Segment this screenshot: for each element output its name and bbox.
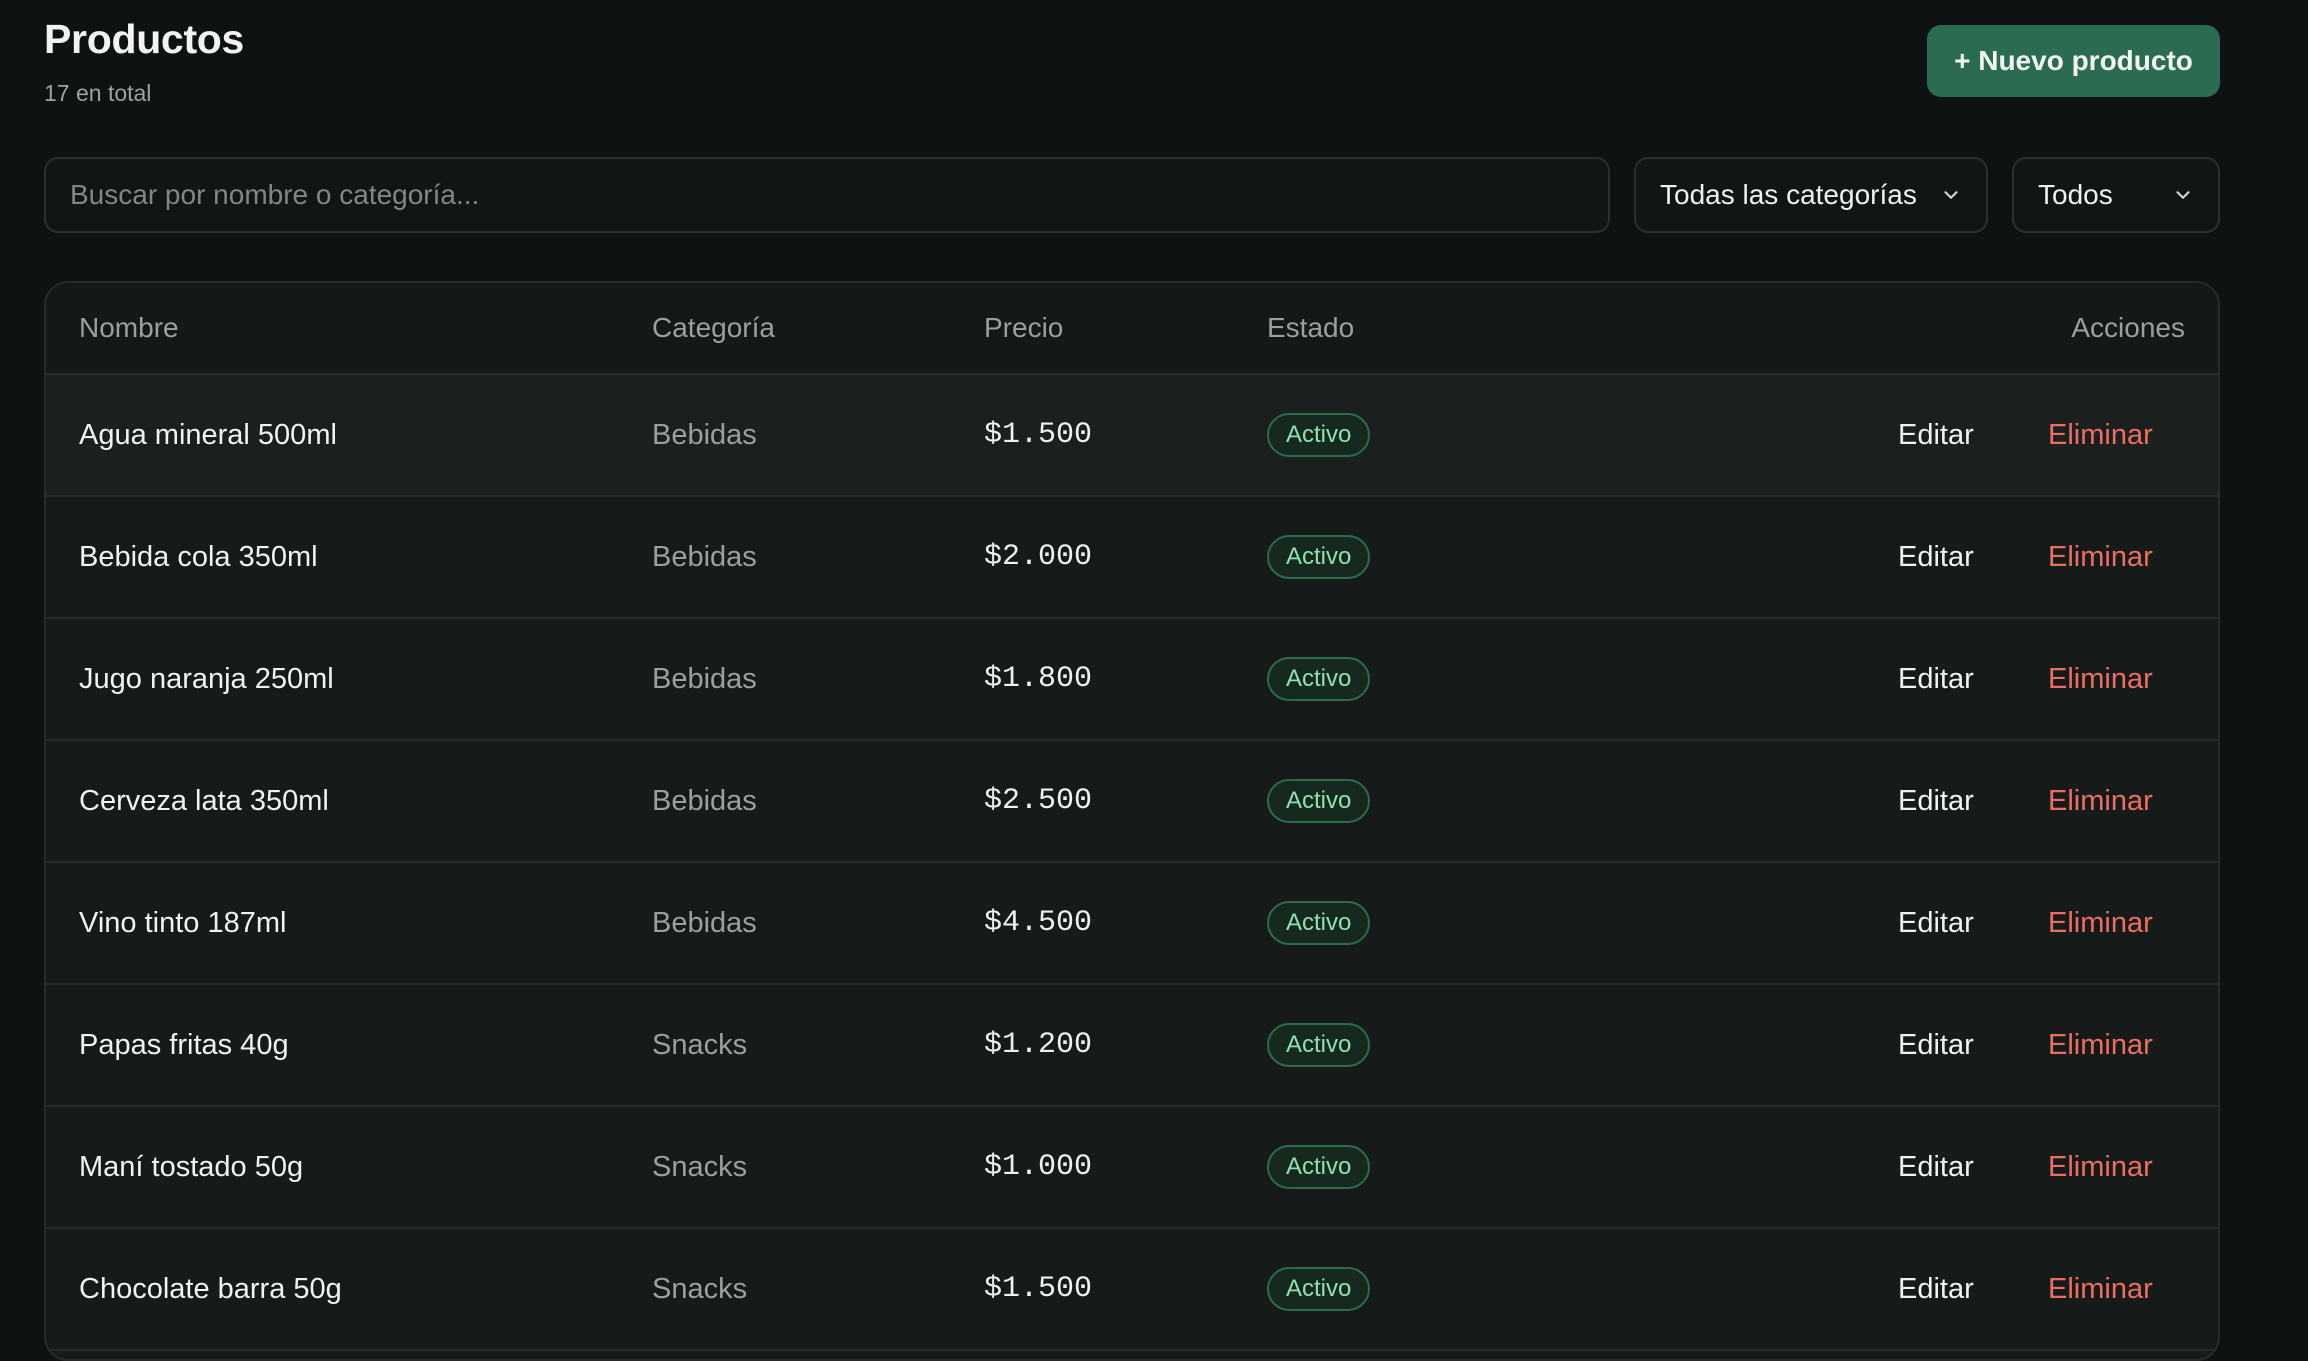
- chevron-down-icon: [1944, 191, 1958, 199]
- edit-button[interactable]: Editar: [1898, 497, 1974, 617]
- product-price: $2.000: [984, 540, 1093, 574]
- edit-button[interactable]: Editar: [1898, 1229, 1974, 1349]
- status-select-value: Todos: [2038, 179, 2113, 210]
- delete-button[interactable]: Eliminar: [2048, 375, 2153, 495]
- column-header-actions: Acciones: [2071, 312, 2185, 343]
- status-badge: Activo: [1267, 1145, 1371, 1189]
- category-select-value: Todas las categorías: [1660, 179, 1917, 210]
- product-price: $1.500: [984, 418, 1093, 452]
- status-badge: Activo: [1267, 1267, 1371, 1311]
- products-page: Productos 17 en total + Nuevo producto T…: [44, 0, 2220, 1361]
- page-header: Productos 17 en total + Nuevo producto: [44, 0, 2220, 140]
- product-name: Maní tostado 50g: [79, 1150, 304, 1183]
- product-category: Snacks: [652, 1028, 748, 1061]
- delete-button[interactable]: Eliminar: [2048, 1107, 2153, 1227]
- delete-button[interactable]: Eliminar: [2048, 863, 2153, 983]
- table-row: Vino tinto 187ml Bebidas $4.500 Activo E…: [46, 863, 2218, 985]
- table-row: Bebida cola 350ml Bebidas $2.000 Activo …: [46, 497, 2218, 619]
- product-name: Chocolate barra 50g: [79, 1272, 342, 1305]
- status-cell: Activo: [1267, 1107, 1371, 1227]
- product-name: Papas fritas 40g: [79, 1028, 289, 1061]
- filter-bar: Todas las categorías Todos: [44, 157, 2220, 233]
- edit-button[interactable]: Editar: [1898, 619, 1974, 739]
- edit-button[interactable]: Editar: [1898, 375, 1974, 495]
- product-name: Cerveza lata 350ml: [79, 784, 329, 817]
- table-row: Cerveza lata 350ml Bebidas $2.500 Activo…: [46, 741, 2218, 863]
- product-price: $2.500: [984, 784, 1093, 818]
- product-category: Bebidas: [652, 662, 757, 695]
- product-price: $1.200: [984, 1028, 1093, 1062]
- product-name: Jugo naranja 250ml: [79, 662, 334, 695]
- status-badge: Activo: [1267, 901, 1371, 945]
- status-cell: Activo: [1267, 1229, 1371, 1349]
- status-badge: Activo: [1267, 413, 1371, 457]
- products-table: Nombre Categoría Precio Estado Acciones …: [44, 281, 2220, 1361]
- product-category: Bebidas: [652, 906, 757, 939]
- edit-button[interactable]: Editar: [1898, 1107, 1974, 1227]
- column-header-status: Estado: [1267, 312, 1355, 343]
- delete-button[interactable]: Eliminar: [2048, 619, 2153, 739]
- status-cell: Activo: [1267, 497, 1371, 617]
- edit-button[interactable]: Editar: [1898, 985, 1974, 1105]
- status-cell: Activo: [1267, 375, 1371, 495]
- column-header-name: Nombre: [79, 312, 179, 343]
- product-price: $4.500: [984, 906, 1093, 940]
- table-header: Nombre Categoría Precio Estado Acciones: [46, 283, 2218, 375]
- product-count: 17 en total: [44, 80, 152, 106]
- table-row: Papas fritas 40g Snacks $1.200 Activo Ed…: [46, 985, 2218, 1107]
- search-input[interactable]: [44, 157, 1610, 233]
- category-select[interactable]: Todas las categorías: [1634, 157, 1988, 233]
- product-name: Bebida cola 350ml: [79, 540, 318, 573]
- product-category: Snacks: [652, 1272, 748, 1305]
- table-row: Chocolate barra 50g Snacks $1.500 Activo…: [46, 1229, 2218, 1351]
- status-cell: Activo: [1267, 863, 1371, 983]
- status-badge: Activo: [1267, 657, 1371, 701]
- product-category: Bebidas: [652, 418, 757, 451]
- status-cell: Activo: [1267, 741, 1371, 861]
- column-header-category: Categoría: [652, 312, 775, 343]
- status-cell: Activo: [1267, 619, 1371, 739]
- status-select[interactable]: Todos: [2012, 157, 2220, 233]
- edit-button[interactable]: Editar: [1898, 863, 1974, 983]
- product-price: $1.500: [984, 1272, 1093, 1306]
- status-badge: Activo: [1267, 779, 1371, 823]
- product-category: Bebidas: [652, 784, 757, 817]
- edit-button[interactable]: Editar: [1898, 741, 1974, 861]
- new-product-button[interactable]: + Nuevo producto: [1927, 25, 2220, 97]
- product-name: Agua mineral 500ml: [79, 418, 337, 451]
- table-row: Maní tostado 50g Snacks $1.000 Activo Ed…: [46, 1107, 2218, 1229]
- product-category: Snacks: [652, 1150, 748, 1183]
- product-category: Bebidas: [652, 540, 757, 573]
- page-title: Productos: [44, 16, 245, 62]
- product-price: $1.000: [984, 1150, 1093, 1184]
- delete-button[interactable]: Eliminar: [2048, 497, 2153, 617]
- status-badge: Activo: [1267, 1023, 1371, 1067]
- column-header-price: Precio: [984, 312, 1064, 343]
- table-row: Jugo naranja 250ml Bebidas $1.800 Activo…: [46, 619, 2218, 741]
- status-badge: Activo: [1267, 535, 1371, 579]
- status-cell: Activo: [1267, 985, 1371, 1105]
- table-row: Agua mineral 500ml Bebidas $1.500 Activo…: [46, 375, 2218, 497]
- delete-button[interactable]: Eliminar: [2048, 741, 2153, 861]
- product-price: $1.800: [984, 662, 1093, 696]
- chevron-down-icon: [2176, 191, 2190, 199]
- delete-button[interactable]: Eliminar: [2048, 1229, 2153, 1349]
- delete-button[interactable]: Eliminar: [2048, 985, 2153, 1105]
- product-name: Vino tinto 187ml: [79, 906, 287, 939]
